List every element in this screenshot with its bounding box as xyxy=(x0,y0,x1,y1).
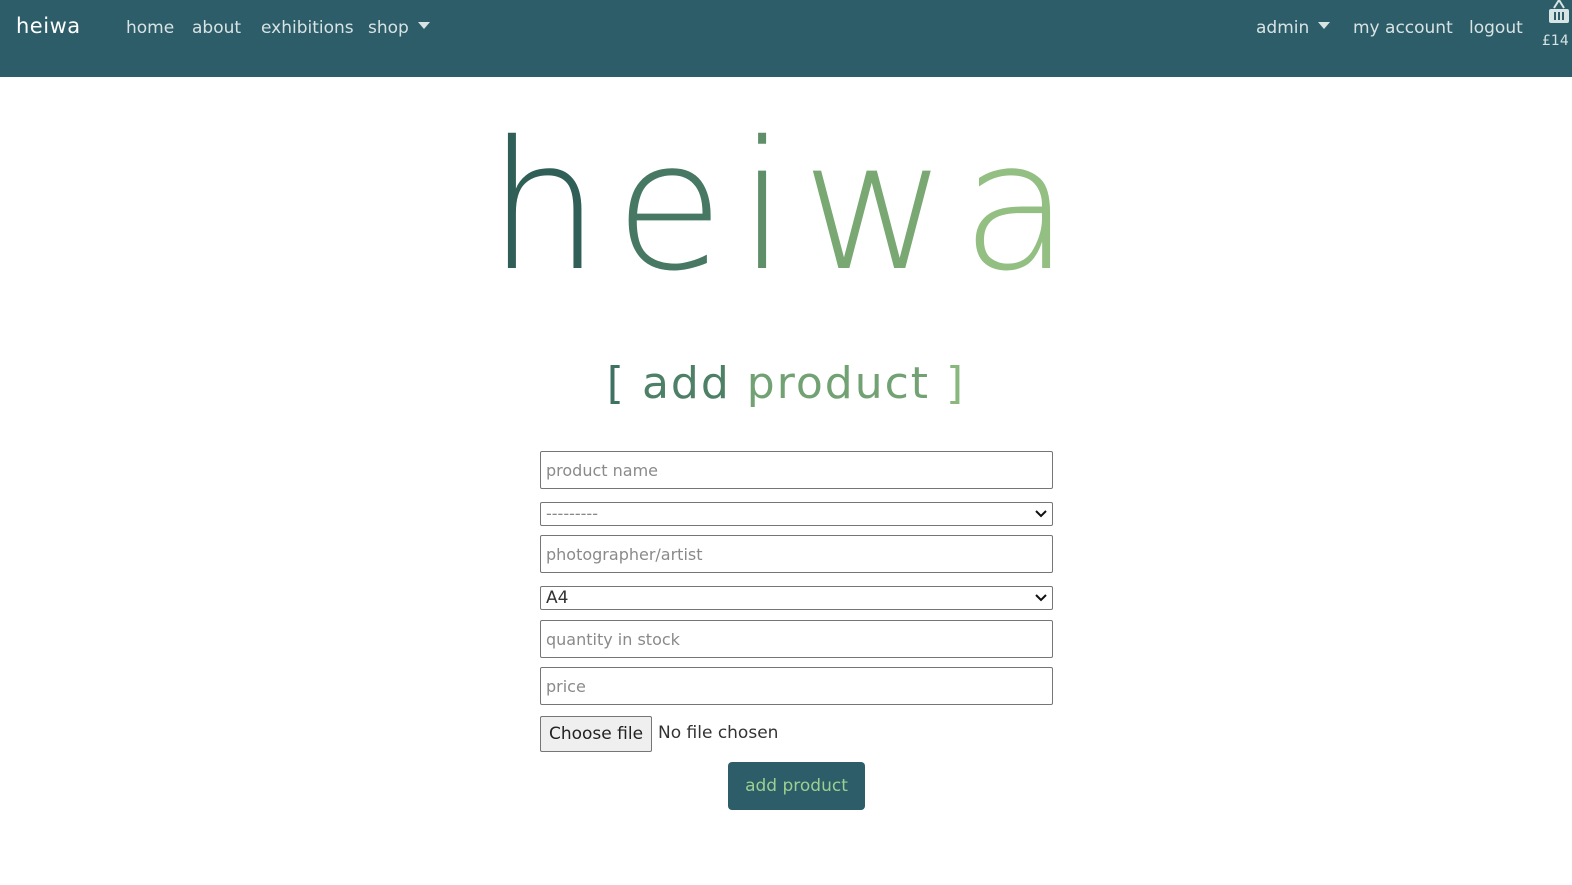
nav-home[interactable]: home xyxy=(126,18,174,38)
nav-shop-dropdown[interactable]: shop xyxy=(368,18,430,38)
nav-about[interactable]: about xyxy=(192,18,241,38)
nav-exhibitions[interactable]: exhibitions xyxy=(261,18,354,38)
logo-letter: h xyxy=(487,103,615,310)
brand-logo[interactable]: heiwa xyxy=(16,14,81,38)
shopping-basket-icon xyxy=(1549,0,1569,23)
nav-my-account[interactable]: my account xyxy=(1353,18,1453,38)
chevron-down-icon xyxy=(1035,594,1047,602)
nav-admin-dropdown[interactable]: admin xyxy=(1256,18,1331,38)
logo-letter: w xyxy=(801,103,962,310)
logo-letter: a xyxy=(961,103,1085,310)
choose-file-button[interactable]: Choose file xyxy=(540,716,652,752)
quantity-input[interactable] xyxy=(540,620,1053,658)
price-input[interactable] xyxy=(540,667,1053,705)
logo-letter: e xyxy=(614,103,739,310)
nav-shop-label: shop xyxy=(368,18,409,38)
logo-letter: i xyxy=(738,103,802,310)
title-word-product: product xyxy=(746,358,931,409)
nav-admin-label: admin xyxy=(1256,18,1310,38)
size-select[interactable]: A4 xyxy=(540,586,1053,610)
title-bracket-open: [ xyxy=(606,358,626,409)
caret-down-icon xyxy=(417,22,430,29)
caret-down-icon xyxy=(1318,22,1331,29)
page-title: [ add product ] xyxy=(0,358,1572,409)
title-word-add: add xyxy=(641,358,731,409)
category-select[interactable]: --------- xyxy=(540,502,1053,526)
cart-total: £14 xyxy=(1542,33,1569,49)
add-product-button[interactable]: add product xyxy=(728,762,865,810)
chevron-down-icon xyxy=(1035,510,1047,518)
artist-input[interactable] xyxy=(540,535,1053,573)
file-status: No file chosen xyxy=(658,723,779,743)
product-name-input[interactable] xyxy=(540,451,1053,489)
category-select-value: --------- xyxy=(546,504,598,523)
navbar: heiwa home about exhibitions shop admin … xyxy=(0,0,1572,77)
nav-logout[interactable]: logout xyxy=(1469,18,1523,38)
heiwa-logo: heiwa xyxy=(0,118,1572,296)
size-select-value: A4 xyxy=(546,588,569,608)
cart-link[interactable]: £14 xyxy=(1538,0,1572,60)
title-bracket-close: ] xyxy=(946,358,966,409)
